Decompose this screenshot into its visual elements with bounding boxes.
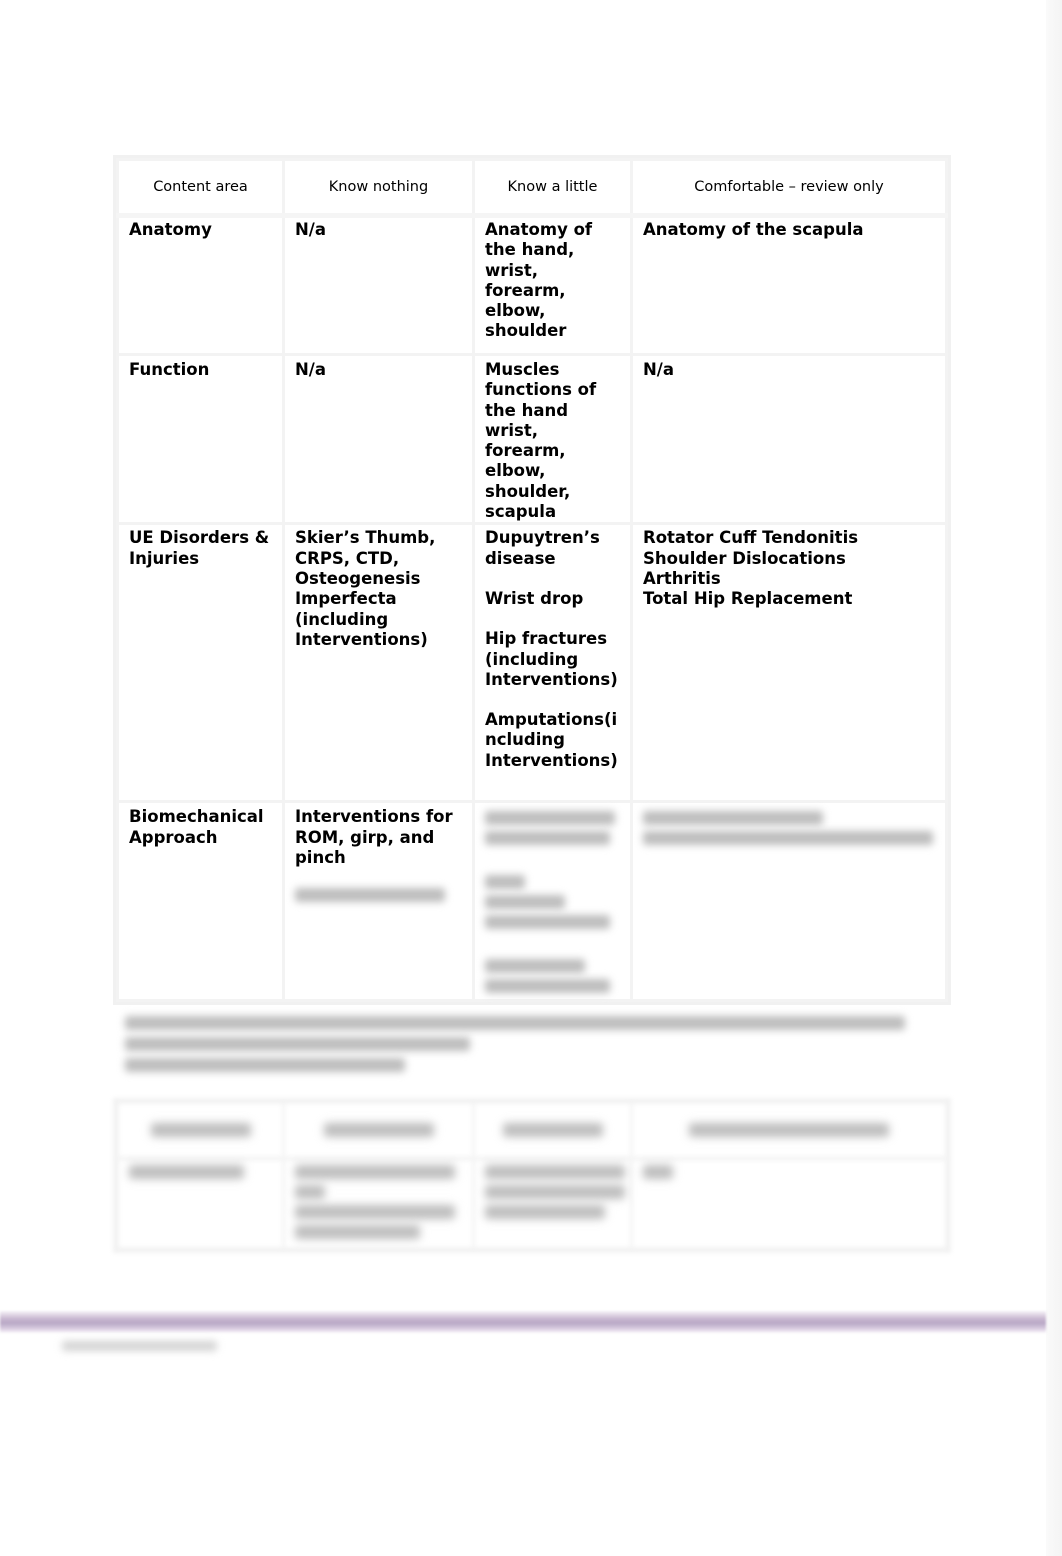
cell-know-a-little: Dupuytren’s disease Wrist drop Hip fract… xyxy=(472,522,633,804)
footer-text-blurred xyxy=(62,1337,222,1357)
cell-know-a-little: Muscles functions of the hand wrist, for… xyxy=(472,352,633,526)
blurred-table xyxy=(113,1098,951,1253)
cell-know-nothing: Skier’s Thumb, CRPS, CTD, Osteogenesis I… xyxy=(282,522,475,804)
cell-know-nothing: N/a xyxy=(282,214,475,356)
blurred-cell xyxy=(472,1157,633,1250)
table-row xyxy=(116,1157,948,1250)
header-cell xyxy=(472,1101,633,1161)
header-comfortable: Comfortable – review only xyxy=(630,158,948,218)
blurred-cell xyxy=(282,1157,475,1250)
cell-know-nothing: N/a xyxy=(282,352,475,526)
list-item: Shoulder Dislocations xyxy=(643,548,846,568)
list-item: Amputations(including Interventions) xyxy=(485,710,618,770)
header-cell xyxy=(630,1101,948,1161)
cell-comfortable: Anatomy of the scapula xyxy=(630,214,948,356)
header-know-nothing: Know nothing xyxy=(282,158,475,218)
header-content-area: Content area xyxy=(116,158,285,218)
page-edge xyxy=(1046,0,1062,1556)
blurred-cell xyxy=(116,1157,285,1250)
header-cell xyxy=(116,1101,285,1161)
list-item: Dupuytren’s disease xyxy=(485,528,600,568)
list-item: Wrist drop xyxy=(485,588,584,608)
cell-content-area: Anatomy xyxy=(116,214,285,356)
list-item: Interventions for ROM, girp, and pinch xyxy=(295,807,453,867)
cell-know-a-little: Anatomy of the hand, wrist, forearm, elb… xyxy=(472,214,633,356)
cell-content-area: Function xyxy=(116,352,285,526)
table-row: Biomechanical Approach Interventions for… xyxy=(116,800,948,1003)
blurred-section-heading xyxy=(125,1016,915,1079)
header-know-a-little: Know a little xyxy=(472,158,633,218)
blurred-cell xyxy=(630,1157,948,1250)
list-item: Hip fractures (including Interventions) xyxy=(485,629,618,689)
list-item: Total Hip Replacement xyxy=(643,589,853,609)
cell-know-nothing: Interventions for ROM, girp, and pinch xyxy=(282,800,475,1003)
footer-divider-band xyxy=(0,1311,1046,1333)
cell-comfortable: N/a xyxy=(630,352,948,526)
table-row: UE Disorders & Injuries Skier’s Thumb, C… xyxy=(116,522,948,804)
cell-comfortable-blurred xyxy=(630,800,948,1003)
header-cell xyxy=(282,1101,475,1161)
table-header-row: Content area Know nothing Know a little … xyxy=(116,158,948,218)
cell-content-area: Biomechanical Approach xyxy=(116,800,285,1003)
table-row: Anatomy N/a Anatomy of the hand, wrist, … xyxy=(116,214,948,356)
knowledge-table: Content area Know nothing Know a little … xyxy=(113,155,951,1006)
cell-content-area: UE Disorders & Injuries xyxy=(116,522,285,804)
cell-comfortable: Rotator Cuff Tendonitis Shoulder Disloca… xyxy=(630,522,948,804)
blurred-text xyxy=(295,888,466,903)
table-row: Function N/a Muscles functions of the ha… xyxy=(116,352,948,526)
table-header-row xyxy=(116,1101,948,1161)
list-item: Arthritis xyxy=(643,568,721,588)
list-item: Rotator Cuff Tendonitis xyxy=(643,528,859,548)
cell-know-a-little-blurred xyxy=(472,800,633,1003)
